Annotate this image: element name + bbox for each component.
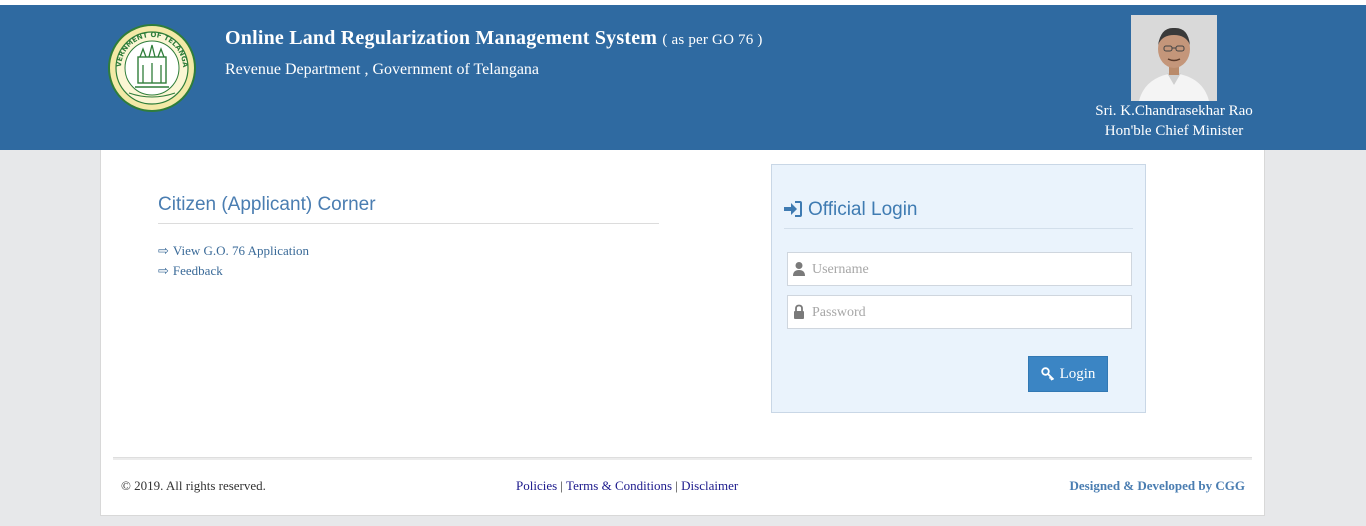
disclaimer-link[interactable]: Disclaimer: [681, 478, 738, 493]
username-input[interactable]: [810, 253, 1132, 287]
site-title: Online Land Regularization Management Sy…: [225, 27, 763, 50]
chief-minister-caption: Sri. K.Chandrasekhar Rao Hon'ble Chief M…: [1080, 101, 1268, 141]
divider: [784, 228, 1133, 229]
separator: |: [560, 478, 564, 493]
telangana-emblem-logo: GOVERNMENT OF TELANGANA: [107, 23, 196, 112]
portrait-image: [1131, 15, 1217, 101]
view-go76-application-link[interactable]: ⇨ View G.O. 76 Application: [158, 243, 309, 259]
separator: |: [675, 478, 678, 493]
password-input[interactable]: [810, 296, 1132, 330]
chief-minister-title: Hon'ble Chief Minister: [1104, 123, 1244, 139]
policies-link[interactable]: Policies: [516, 478, 557, 493]
feedback-link[interactable]: ⇨ Feedback: [158, 263, 223, 279]
site-header: GOVERNMENT OF TELANGANA Online Land Regu…: [0, 5, 1366, 150]
department-name: Revenue Department , Government of Telan…: [225, 61, 540, 78]
password-field[interactable]: [787, 295, 1132, 330]
citizen-corner-title: Citizen (Applicant) Corner: [158, 194, 376, 215]
user-icon: [793, 262, 805, 276]
designed-by-credit: Designed & Developed by CGG: [1069, 478, 1246, 493]
official-login-title: Official Login: [808, 199, 918, 220]
login-button-label: Login: [1059, 365, 1096, 382]
lock-icon: [794, 304, 804, 319]
footer-links: Policies | Terms & Conditions | Disclaim…: [516, 478, 738, 494]
divider: [158, 223, 659, 224]
main-content-panel: Citizen (Applicant) Corner ⇨ View G.O. 76…: [100, 150, 1265, 516]
copyright-text: © 2019. All rights reserved.: [121, 478, 266, 493]
login-button[interactable]: Login: [1028, 356, 1108, 392]
official-login-heading: Official Login: [784, 199, 918, 221]
key-icon: [1040, 367, 1054, 381]
link-label: Feedback: [172, 263, 223, 278]
site-title-main: Online Land Regularization Management Sy…: [225, 27, 658, 49]
right-arrow-icon: ⇨: [158, 263, 169, 278]
chief-minister-photo: [1131, 15, 1217, 101]
site-title-suffix: ( as per GO 76 ): [662, 32, 763, 48]
right-arrow-icon: ⇨: [158, 243, 169, 258]
link-label: View G.O. 76 Application: [172, 243, 309, 258]
official-login-box: Official Login Login: [771, 164, 1146, 413]
terms-conditions-link[interactable]: Terms & Conditions: [566, 478, 672, 493]
chief-minister-name: Sri. K.Chandrasekhar Rao: [1095, 103, 1253, 119]
sign-in-icon: [784, 201, 802, 217]
footer-divider: [113, 457, 1252, 460]
username-field[interactable]: [787, 252, 1132, 287]
